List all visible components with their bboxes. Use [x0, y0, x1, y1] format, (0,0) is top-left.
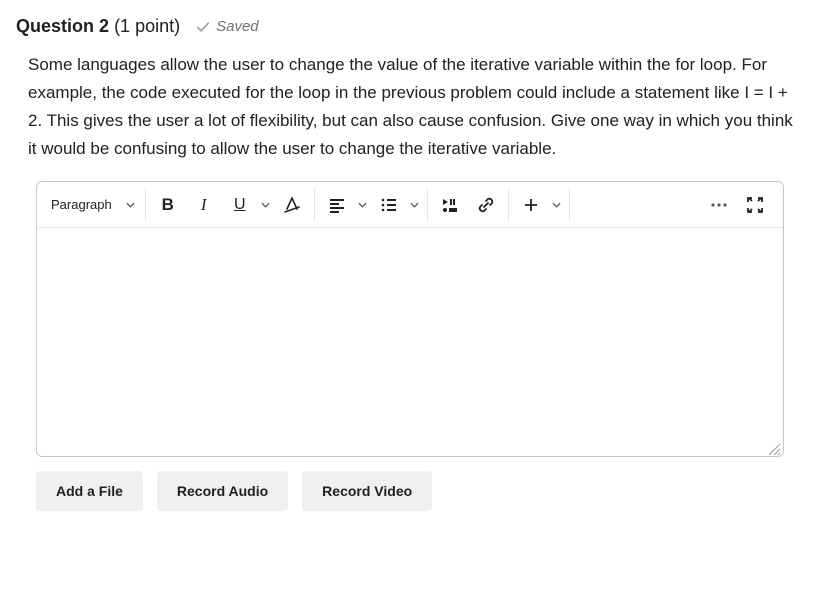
saved-label: Saved [216, 18, 259, 35]
insert-link-button[interactable] [468, 188, 504, 222]
question-header: Question 2 (1 point) Saved [16, 16, 804, 37]
toolbar-separator [314, 188, 315, 221]
underline-button[interactable]: U [222, 188, 258, 222]
question-number: 2 [99, 16, 109, 36]
saved-indicator: Saved [196, 18, 259, 35]
block-format-label: Paragraph [51, 197, 112, 212]
bold-icon: B [162, 195, 174, 215]
text-color-icon [283, 196, 301, 214]
add-file-button[interactable]: Add a File [36, 471, 143, 511]
bold-button[interactable]: B [150, 188, 186, 222]
underline-icon: U [234, 196, 246, 214]
align-left-icon [328, 196, 346, 214]
plus-icon [524, 198, 538, 212]
fullscreen-icon [747, 197, 763, 213]
chevron-down-icon [261, 202, 270, 208]
resize-handle[interactable] [765, 440, 781, 456]
question-prompt: Some languages allow the user to change … [28, 51, 794, 163]
bullet-list-icon [380, 196, 398, 214]
align-more-button[interactable] [355, 188, 371, 222]
italic-button[interactable]: I [186, 188, 222, 222]
question-title: Question 2 (1 point) [16, 16, 180, 37]
record-video-button[interactable]: Record Video [302, 471, 432, 511]
text-color-button[interactable] [274, 188, 310, 222]
rich-text-editor: Paragraph B I U [36, 181, 784, 457]
check-icon [196, 20, 210, 34]
question-label: Question [16, 16, 94, 36]
record-audio-button[interactable]: Record Audio [157, 471, 288, 511]
underline-more-button[interactable] [258, 188, 274, 222]
question-points: (1 point) [114, 16, 180, 36]
chevron-down-icon [358, 202, 367, 208]
media-icon [441, 196, 459, 214]
italic-icon: I [201, 195, 207, 215]
align-button[interactable] [319, 188, 355, 222]
chevron-down-icon [126, 202, 135, 208]
toolbar-separator [427, 188, 428, 221]
toolbar-separator [508, 188, 509, 221]
insert-more-button[interactable] [549, 188, 565, 222]
insert-media-button[interactable] [432, 188, 468, 222]
block-format-select[interactable]: Paragraph [47, 188, 141, 222]
editor-content-area[interactable] [37, 228, 783, 456]
list-button[interactable] [371, 188, 407, 222]
editor-toolbar: Paragraph B I U [37, 182, 783, 228]
more-actions-button[interactable] [701, 188, 737, 222]
attachment-actions: Add a File Record Audio Record Video [36, 471, 784, 511]
toolbar-separator [145, 188, 146, 221]
list-more-button[interactable] [407, 188, 423, 222]
insert-button[interactable] [513, 188, 549, 222]
toolbar-separator [569, 188, 570, 221]
link-icon [477, 196, 495, 214]
fullscreen-button[interactable] [737, 188, 773, 222]
chevron-down-icon [410, 202, 419, 208]
chevron-down-icon [552, 202, 561, 208]
ellipsis-icon [710, 202, 728, 208]
